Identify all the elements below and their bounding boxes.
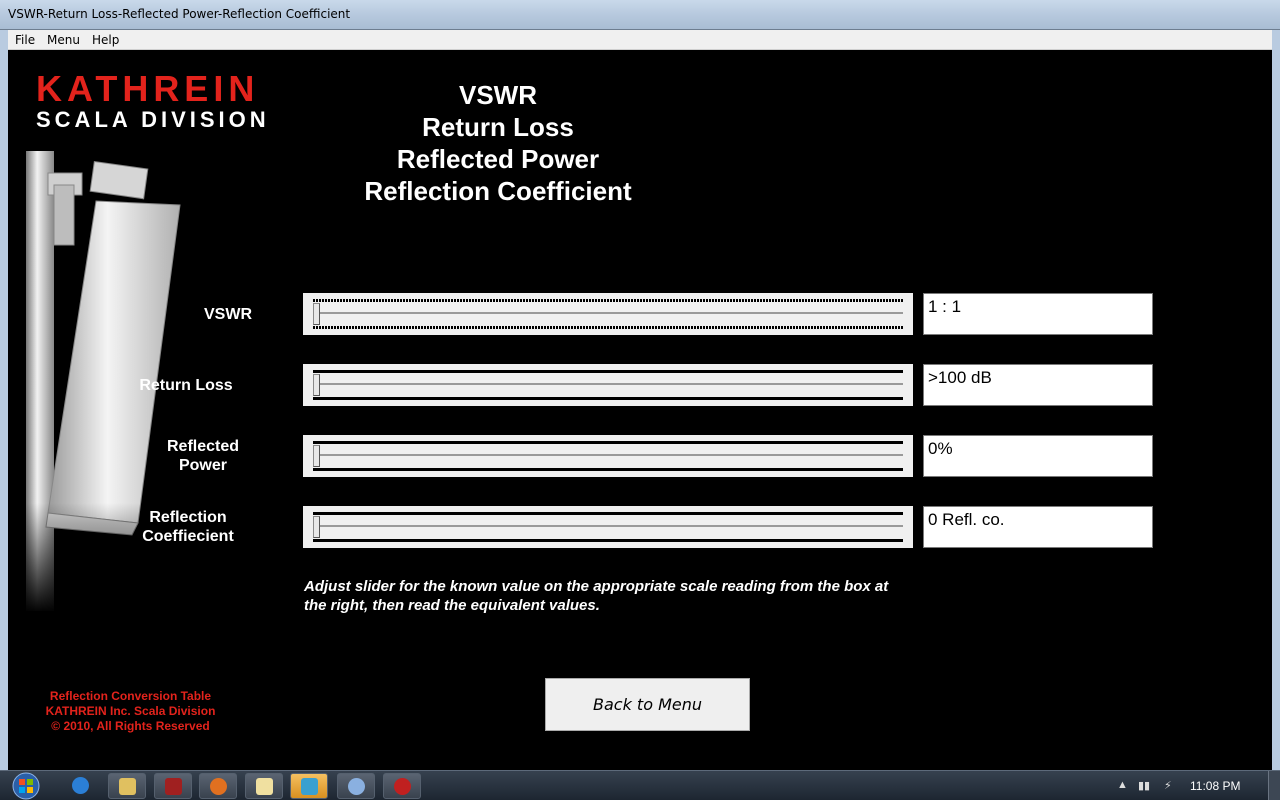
reflection-coefficient-label: Reflection Coeffiecient <box>133 508 243 546</box>
footer-line-1: Reflection Conversion Table <box>49 689 212 703</box>
taskbar-explorer-icon[interactable] <box>108 773 146 799</box>
return-loss-slider-track <box>313 383 903 385</box>
logo-sub-text: SCALA DIVISION <box>36 107 270 132</box>
menu-file[interactable]: File <box>15 33 35 47</box>
taskbar-kathrein-app-icon[interactable] <box>383 773 421 799</box>
copyright-footer: Reflection Conversion Table KATHREIN Inc… <box>38 689 223 734</box>
return-loss-slider[interactable] <box>303 364 913 406</box>
reflected-power-slider-thumb[interactable] <box>313 445 320 467</box>
menu-menu[interactable]: Menu <box>47 33 80 47</box>
vswr-slider-ticks-bottom <box>313 326 903 329</box>
menu-help[interactable]: Help <box>92 33 119 47</box>
kathrein-logo: KATHREIN SCALA DIVISION <box>36 71 270 133</box>
window-frame-right <box>1272 30 1280 770</box>
return-loss-slider-ticks-top <box>313 370 903 373</box>
taskbar-app-icon[interactable] <box>154 773 192 799</box>
footer-line-3: © 2010, All Rights Reserved <box>51 719 210 733</box>
heading-line-reflection-coefficient: Reflection Coefficient <box>364 176 632 206</box>
instruction-text: Adjust slider for the known value on the… <box>304 578 889 614</box>
reflected-power-label-line2: Power <box>178 457 227 474</box>
return-loss-slider-thumb[interactable] <box>313 374 320 396</box>
vswr-slider-ticks-top <box>313 299 903 302</box>
reflected-power-label-line1: Reflected <box>166 438 240 455</box>
reflected-power-label: Reflected Power <box>158 437 248 475</box>
reflection-coefficient-label-line1: Reflection <box>149 509 227 526</box>
vswr-label-text: VSWR <box>204 306 252 323</box>
reflected-power-slider-ticks-top <box>313 441 903 444</box>
logo-main-text: KATHREIN <box>36 68 260 109</box>
window-title-bar[interactable]: VSWR-Return Loss-Reflected Power-Reflect… <box>0 0 1280 30</box>
heading-line-return-loss: Return Loss <box>422 112 574 142</box>
vswr-label: VSWR <box>198 305 258 324</box>
taskbar-paint-icon[interactable] <box>337 773 375 799</box>
window-frame-left <box>0 30 8 770</box>
vswr-value-box[interactable]: 1 : 1 <box>923 293 1153 335</box>
show-desktop-button[interactable] <box>1268 771 1280 800</box>
reflected-power-slider[interactable] <box>303 435 913 477</box>
reflection-coefficient-value-box[interactable]: 0 Refl. co. <box>923 506 1153 548</box>
reflection-coefficient-slider-ticks-bottom <box>313 539 903 542</box>
footer-line-2: KATHREIN Inc. Scala Division <box>45 704 216 718</box>
taskbar-firefox-icon[interactable] <box>199 773 237 799</box>
tray-signal-icon[interactable]: ▮▮ <box>1138 779 1150 792</box>
page-heading: VSWR Return Loss Reflected Power Reflect… <box>308 79 688 207</box>
vswr-slider-track <box>313 312 903 314</box>
tray-arrow-icon[interactable]: ▲ <box>1117 779 1128 791</box>
menu-bar: File Menu Help <box>8 30 1272 50</box>
taskbar: ▲ ▮▮ ⚡ 11:08 PM <box>0 770 1280 800</box>
return-loss-slider-ticks-bottom <box>313 397 903 400</box>
return-loss-label: Return Loss <box>136 376 236 395</box>
reflected-power-value-box[interactable]: 0% <box>923 435 1153 477</box>
reflection-coefficient-slider[interactable] <box>303 506 913 548</box>
back-to-menu-button[interactable]: Back to Menu <box>545 678 750 731</box>
taskbar-tool-icon[interactable] <box>290 773 328 799</box>
heading-line-vswr: VSWR <box>459 80 537 110</box>
heading-line-reflected-power: Reflected Power <box>396 144 600 174</box>
return-loss-value-box[interactable]: >100 dB <box>923 364 1153 406</box>
taskbar-clock[interactable]: 11:08 PM <box>1190 779 1240 793</box>
reflection-coefficient-label-line2: Coeffiecient <box>142 528 234 545</box>
app-content: KATHREIN SCALA DIVISION VSWR Return Loss… <box>8 51 1272 770</box>
reflection-coefficient-slider-ticks-top <box>313 512 903 515</box>
reflected-power-slider-ticks-bottom <box>313 468 903 471</box>
start-button-icon[interactable] <box>6 771 46 800</box>
vswr-slider-thumb[interactable] <box>313 303 320 325</box>
taskbar-chat-icon[interactable] <box>245 773 283 799</box>
reflection-coefficient-slider-track <box>313 525 903 527</box>
reflection-coefficient-slider-thumb[interactable] <box>313 516 320 538</box>
tray-power-icon[interactable]: ⚡ <box>1164 779 1172 792</box>
reflected-power-slider-track <box>313 454 903 456</box>
window-title: VSWR-Return Loss-Reflected Power-Reflect… <box>8 7 351 21</box>
return-loss-label-text: Return Loss <box>139 377 233 394</box>
taskbar-ie-icon[interactable] <box>62 773 100 799</box>
vswr-slider[interactable] <box>303 293 913 335</box>
